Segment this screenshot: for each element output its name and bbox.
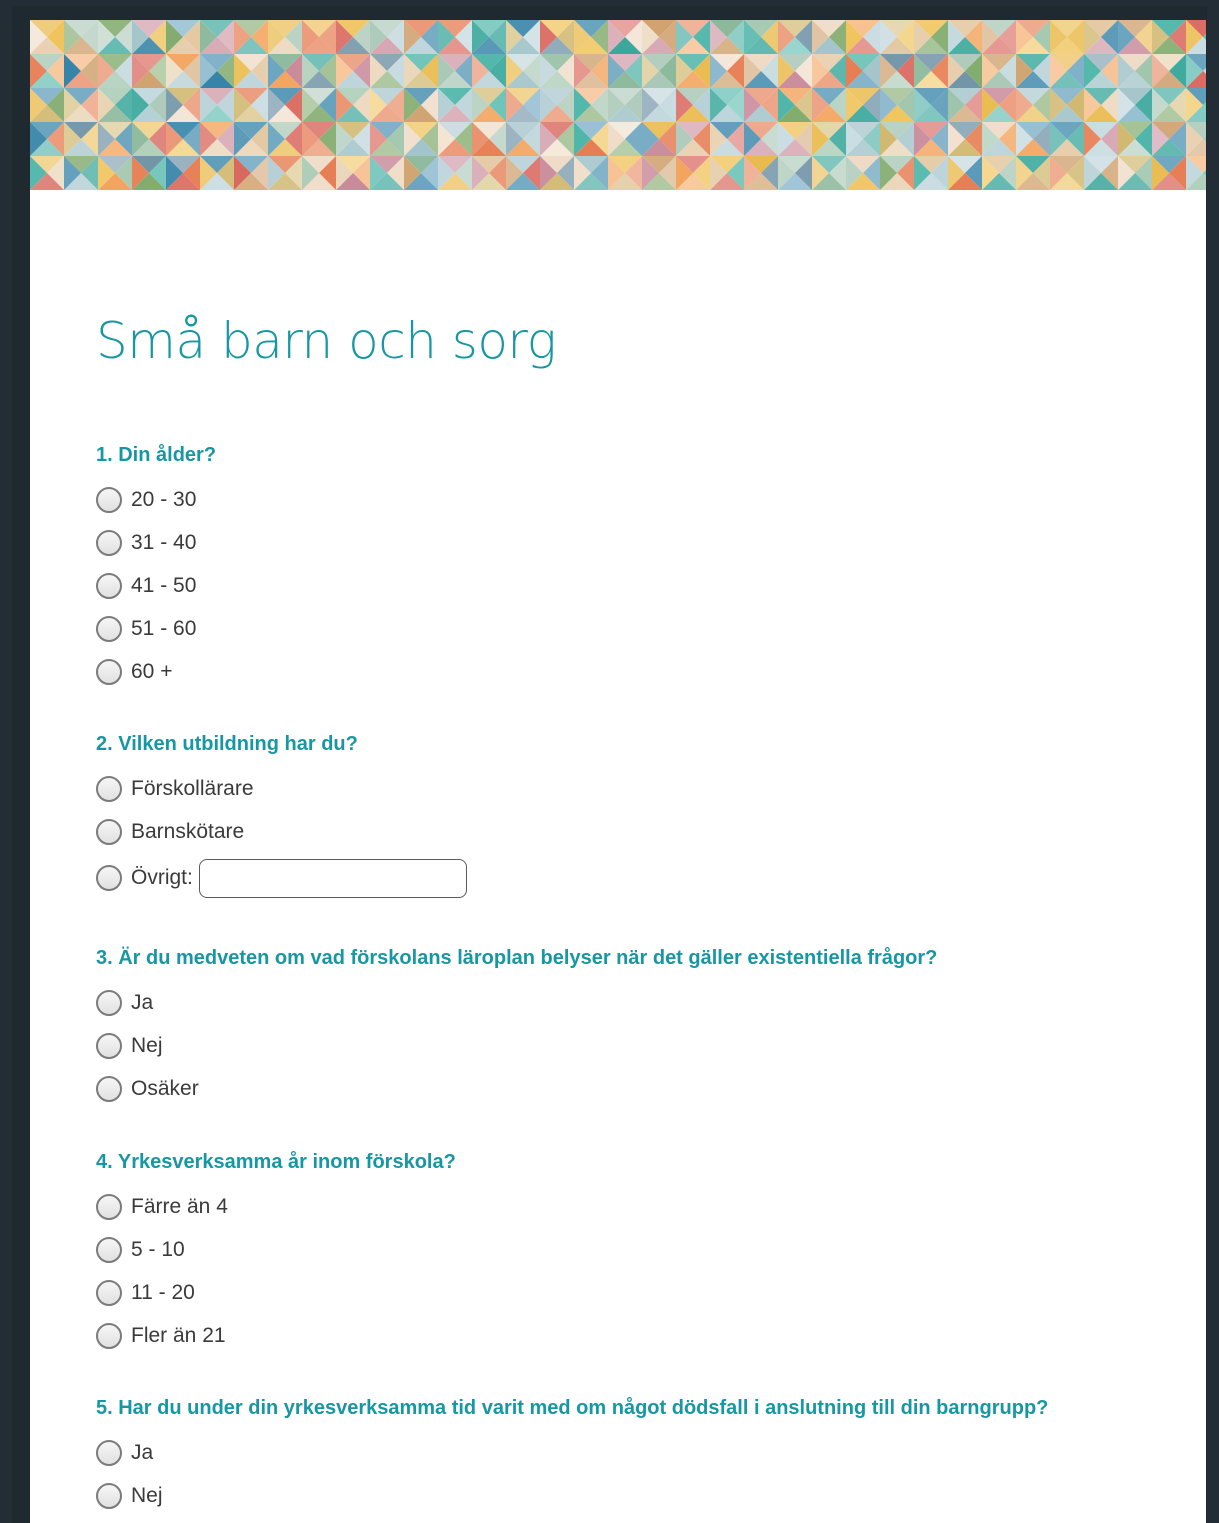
other-text-input[interactable]	[198, 858, 467, 898]
header-banner-image	[30, 20, 1206, 190]
option-label: 11 - 20	[131, 1280, 195, 1304]
option-label: 5 - 10	[131, 1237, 185, 1261]
radio-icon[interactable]	[96, 1279, 122, 1306]
radio-icon[interactable]	[96, 1439, 122, 1466]
options-list: 20 - 30 31 - 40 41 - 50 51 - 60 60 +	[96, 478, 1176, 693]
radio-icon[interactable]	[96, 1236, 122, 1263]
option-label: Övrigt:	[131, 866, 193, 889]
radio-icon[interactable]	[96, 1075, 122, 1102]
option-label: Fler än 21	[131, 1323, 226, 1347]
option-ja[interactable]: Ja	[96, 981, 1176, 1024]
option-label: 41 - 50	[131, 573, 197, 597]
radio-icon[interactable]	[96, 865, 122, 891]
question-4: 4. Yrkesverksamma år inom förskola? Färr…	[96, 1149, 1176, 1357]
options-list: Ja Nej	[96, 1431, 1176, 1517]
radio-icon[interactable]	[96, 615, 122, 642]
option-label: Nej	[131, 1483, 163, 1507]
option-60-plus[interactable]: 60 +	[96, 650, 1176, 693]
question-title: 2. Vilken utbildning har du?	[96, 733, 358, 755]
option-41-50[interactable]: 41 - 50	[96, 564, 1176, 607]
option-ovrigt[interactable]: Övrigt:	[96, 853, 1176, 903]
options-list: Ja Nej Osäker	[96, 981, 1176, 1110]
form-page: Små barn och sorg 1. Din ålder? 20 - 30 …	[30, 20, 1206, 1523]
option-barnskotare[interactable]: Barnskötare	[96, 810, 1176, 853]
radio-icon[interactable]	[96, 989, 122, 1016]
option-fler-an-21[interactable]: Fler än 21	[96, 1314, 1176, 1357]
option-11-20[interactable]: 11 - 20	[96, 1271, 1176, 1314]
option-label: Förskollärare	[131, 776, 254, 800]
question-title: 1. Din ålder?	[96, 444, 217, 466]
option-farre-an-4[interactable]: Färre än 4	[96, 1185, 1176, 1228]
options-list: Förskollärare Barnskötare Övrigt:	[96, 767, 1176, 903]
radio-icon[interactable]	[96, 658, 122, 685]
option-osaker[interactable]: Osäker	[96, 1067, 1176, 1110]
question-5: 5. Har du under din yrkesverksamma tid v…	[96, 1395, 1176, 1517]
option-51-60[interactable]: 51 - 60	[96, 607, 1176, 650]
option-label: Färre än 4	[131, 1194, 228, 1218]
option-label: Ja	[131, 990, 154, 1014]
option-label: 51 - 60	[131, 616, 197, 640]
radio-icon[interactable]	[96, 1032, 122, 1059]
option-20-30[interactable]: 20 - 30	[96, 478, 1176, 521]
option-label: Ja	[131, 1440, 154, 1464]
option-nej[interactable]: Nej	[96, 1024, 1176, 1067]
radio-icon[interactable]	[96, 572, 122, 599]
question-title: 3. Är du medveten om vad förskolans läro…	[96, 947, 938, 969]
option-label: 60 +	[131, 659, 173, 683]
option-label: Barnskötare	[131, 819, 245, 843]
option-5-10[interactable]: 5 - 10	[96, 1228, 1176, 1271]
options-list: Färre än 4 5 - 10 11 - 20 Fler än 21	[96, 1185, 1176, 1357]
question-title: 4. Yrkesverksamma år inom förskola?	[96, 1151, 456, 1173]
question-2: 2. Vilken utbildning har du? Förskollära…	[96, 731, 1176, 903]
radio-icon[interactable]	[96, 529, 122, 556]
form-title: Små barn och sorg	[96, 312, 557, 370]
option-nej[interactable]: Nej	[96, 1474, 1176, 1517]
radio-icon[interactable]	[96, 775, 122, 802]
option-label: Nej	[131, 1033, 163, 1057]
option-label: Osäker	[131, 1076, 199, 1100]
option-31-40[interactable]: 31 - 40	[96, 521, 1176, 564]
option-forskollarare[interactable]: Förskollärare	[96, 767, 1176, 810]
question-3: 3. Är du medveten om vad förskolans läro…	[96, 945, 1176, 1110]
option-label: 20 - 30	[131, 487, 197, 511]
radio-icon[interactable]	[96, 1322, 122, 1349]
option-label: 31 - 40	[131, 530, 197, 554]
question-title: 5. Har du under din yrkesverksamma tid v…	[96, 1397, 1049, 1419]
option-ja[interactable]: Ja	[96, 1431, 1176, 1474]
radio-icon[interactable]	[96, 818, 122, 845]
radio-icon[interactable]	[96, 1193, 122, 1220]
radio-icon[interactable]	[96, 486, 122, 513]
radio-icon[interactable]	[96, 1482, 122, 1509]
question-1: 1. Din ålder? 20 - 30 31 - 40 41 - 50 51…	[96, 442, 1176, 693]
